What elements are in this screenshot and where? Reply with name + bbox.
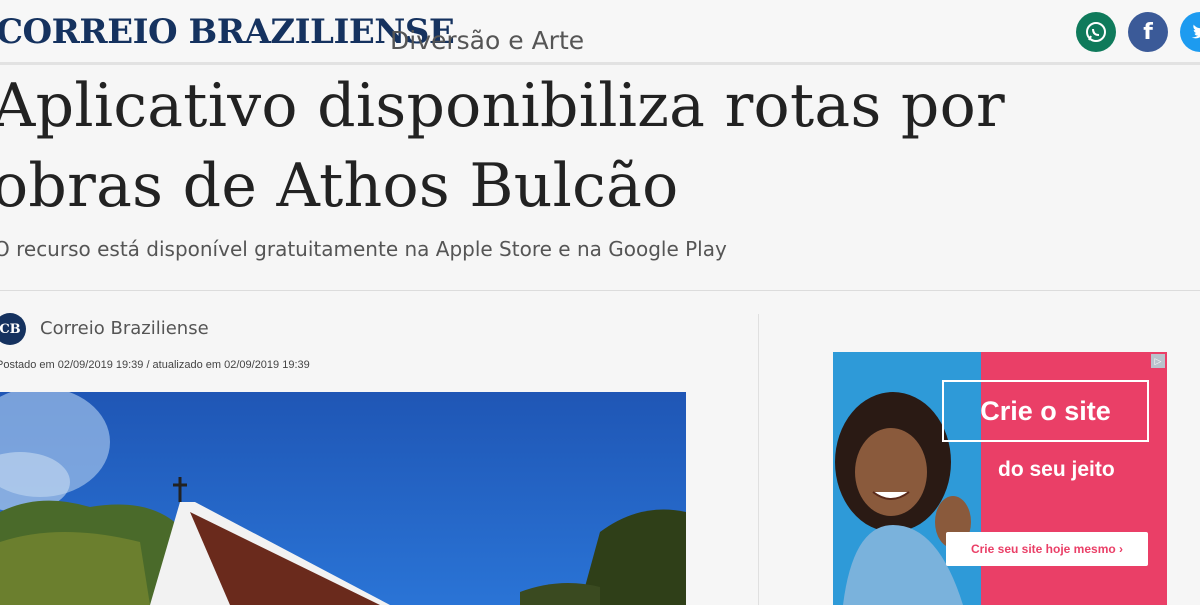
- facebook-icon[interactable]: f: [1128, 12, 1168, 52]
- author-initials: CB: [0, 321, 21, 337]
- site-logo[interactable]: CORREIO BRAZILIENSE: [0, 12, 455, 52]
- ad-cta-button[interactable]: Crie seu site hoje mesmo ›: [946, 532, 1148, 566]
- site-header: CORREIO BRAZILIENSE Diversão e Arte f: [0, 0, 1200, 65]
- ad-subline: do seu jeito: [998, 458, 1115, 481]
- divider: [0, 290, 1200, 291]
- section-label[interactable]: Diversão e Arte: [390, 26, 584, 55]
- advertisement[interactable]: ▷ Crie o site do seu jeito Crie seu site…: [833, 352, 1167, 605]
- adchoices-icon[interactable]: ▷: [1151, 354, 1165, 368]
- author-avatar[interactable]: CB: [0, 313, 26, 345]
- publish-dates: Postado em 02/09/2019 19:39 / atualizado…: [0, 359, 310, 371]
- column-divider: [758, 314, 759, 605]
- ad-headline: Crie o site: [942, 380, 1149, 442]
- article-title: Aplicativo disponibiliza rotas por obras…: [0, 71, 1006, 221]
- facebook-glyph: f: [1143, 19, 1153, 45]
- article-subtitle: O recurso está disponível gratuitamente …: [0, 237, 727, 261]
- article-photo: [0, 392, 686, 605]
- author-name[interactable]: Correio Braziliense: [40, 318, 209, 339]
- twitter-icon[interactable]: [1180, 12, 1200, 52]
- whatsapp-icon[interactable]: [1076, 12, 1116, 52]
